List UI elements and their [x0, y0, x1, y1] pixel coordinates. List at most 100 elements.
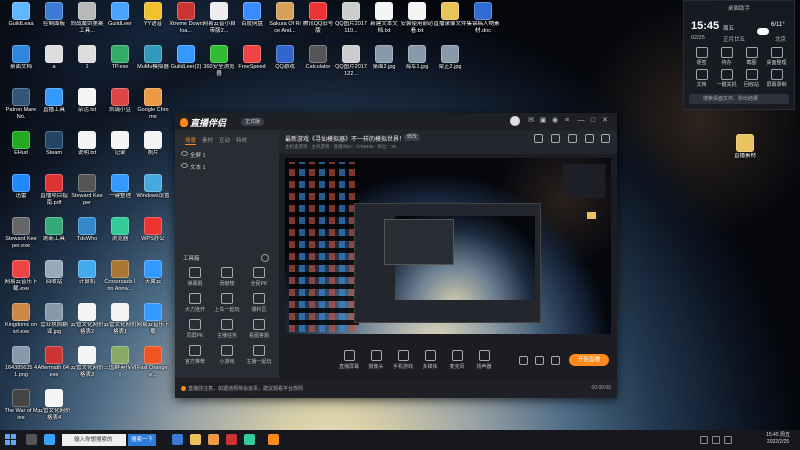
- toolbox-item[interactable]: 看图答题: [243, 319, 275, 339]
- desktop-icon[interactable]: 云管文化网价格表2: [70, 303, 104, 345]
- widget-shortcut[interactable]: 待办: [714, 46, 739, 66]
- desktop-icon[interactable]: 新建文本文档.txt: [367, 2, 401, 44]
- toolbox-item[interactable]: 贡献榜: [211, 267, 243, 287]
- desktop-icon[interactable]: Aftermath 64.exe: [37, 346, 71, 388]
- desktop-icon[interactable]: 直播项目指南.pdf: [37, 174, 71, 216]
- camera-icon[interactable]: [585, 134, 594, 143]
- desktop-icon[interactable]: 云管文化网价格表1: [103, 303, 137, 345]
- widget-shortcut[interactable]: 文档: [689, 68, 714, 88]
- chrome-icon[interactable]: [208, 434, 219, 445]
- desktop-icon[interactable]: 安装使用前必看.txt: [400, 2, 434, 44]
- taskbar-search-button[interactable]: 搜索一下: [128, 434, 156, 446]
- start-live-button[interactable]: 开始直播: [569, 354, 609, 366]
- desktop-icon[interactable]: 直播工具: [37, 88, 71, 130]
- desktop-icon[interactable]: 杂活.txt: [70, 88, 104, 130]
- desktop-icon[interactable]: The War of Mine: [4, 389, 38, 431]
- desktop-icon[interactable]: 164385635 41.png: [4, 346, 38, 388]
- ime-icon[interactable]: [724, 436, 732, 444]
- desktop-icon[interactable]: 说明.txt: [70, 131, 104, 173]
- desktop-icon[interactable]: 桌面2.jpg: [367, 45, 401, 87]
- desktop-icon[interactable]: 1: [70, 45, 104, 87]
- desktop-icon[interactable]: 百度网盘: [235, 2, 269, 44]
- tab-0[interactable]: 场景: [185, 136, 197, 145]
- menu-icon[interactable]: ≡: [563, 117, 571, 125]
- toolbox-item[interactable]: 官方推荐: [179, 345, 211, 365]
- desktop-icon[interactable]: 刷新工具: [37, 217, 71, 259]
- widget-shortcut[interactable]: 便签: [689, 46, 714, 66]
- widget-shortcut[interactable]: 截图: [739, 46, 764, 66]
- volume-icon[interactable]: [712, 436, 720, 444]
- desktop-icon[interactable]: 凯瑞小豆: [103, 88, 137, 130]
- toolbox-item[interactable]: 爆料区: [243, 293, 275, 313]
- desktop-icon[interactable]: 营业执照翻译.jpg: [37, 303, 71, 345]
- desktop-icon[interactable]: Steward Keeper: [70, 174, 104, 216]
- desktop-icon[interactable]: 迅雷: [4, 174, 38, 216]
- streaming-app-taskbar-icon[interactable]: [268, 434, 279, 445]
- taskbar-search-input[interactable]: 输入你想搜索的: [62, 434, 126, 446]
- desktop-icon[interactable]: Fast Orange.e...: [136, 346, 170, 388]
- minimize-icon[interactable]: —: [577, 117, 585, 125]
- desktop-icon[interactable]: EHud: [4, 131, 38, 173]
- task-view-icon[interactable]: [26, 434, 37, 445]
- desktop-icon[interactable]: Steward Keeper.exe: [4, 217, 38, 259]
- taskbar-clock[interactable]: 15:45 周五 2022/2/25: [766, 432, 790, 446]
- network-icon[interactable]: [700, 436, 708, 444]
- widget-search-input[interactable]: 搜索桌面文件、秒出结果: [689, 94, 789, 104]
- desktop-folder-icon[interactable]: 直播素材: [728, 134, 762, 176]
- toolbox-item[interactable]: 主播一起玩: [243, 345, 275, 365]
- taskbar-app-icon[interactable]: [226, 434, 237, 445]
- taskbar-app-icon[interactable]: [172, 434, 183, 445]
- tab-3[interactable]: 特效: [236, 136, 247, 145]
- desktop-icon[interactable]: 回收站: [37, 260, 71, 302]
- desktop-icon[interactable]: Google Chrome: [136, 88, 170, 130]
- maximize-icon[interactable]: □: [589, 117, 597, 125]
- toolbox-item[interactable]: 大力连开: [179, 293, 211, 313]
- desktop-icon[interactable]: 云管文化网价格表3: [70, 346, 104, 388]
- desktop-icon[interactable]: 桌面文档: [4, 45, 38, 87]
- eye-icon[interactable]: [181, 151, 188, 156]
- widget-shortcut[interactable]: 一键关机: [714, 68, 739, 88]
- desktop-icon[interactable]: FreeSpeed: [235, 45, 269, 87]
- desktop-icon[interactable]: 天翼云: [136, 260, 170, 302]
- gear-icon[interactable]: [551, 356, 560, 365]
- desktop-icon[interactable]: GuildLeaa: [4, 2, 38, 44]
- desktop-icon[interactable]: Steam: [37, 131, 71, 173]
- desktop-icon[interactable]: Patron Mare No.: [4, 88, 38, 130]
- desktop-icon[interactable]: 浏览器: [103, 217, 137, 259]
- desktop-icon[interactable]: 梁正2.jpg: [433, 45, 467, 87]
- desktop-icon[interactable]: 记录: [103, 131, 137, 173]
- desktop-icon[interactable]: QQ图片2017110...: [334, 2, 368, 44]
- toolbox-item[interactable]: 小游戏: [211, 345, 243, 365]
- desktop-icon[interactable]: 腾讯QQ旧号版: [301, 2, 335, 44]
- fans-icon[interactable]: [551, 134, 560, 143]
- record-icon[interactable]: [535, 356, 544, 365]
- desktop-icon[interactable]: 照片: [136, 131, 170, 173]
- toolbox-item[interactable]: 上车一起玩: [211, 293, 243, 313]
- mail-icon[interactable]: ✉: [527, 117, 535, 125]
- desktop-icon[interactable]: a: [37, 45, 71, 87]
- gift-box-icon[interactable]: [568, 134, 577, 143]
- desktop-icon[interactable]: Xtreme Downloa...: [169, 2, 203, 44]
- gift-icon[interactable]: ▣: [539, 117, 547, 125]
- source-tool[interactable]: 手机游戏: [388, 350, 418, 370]
- desktop-icon[interactable]: Calculator: [301, 45, 335, 87]
- video-icon[interactable]: [519, 356, 528, 365]
- desktop-icon[interactable]: 集锦稿人物素材.doc: [466, 2, 500, 44]
- source-tool[interactable]: 直播屏幕: [334, 350, 364, 370]
- edit-title-button[interactable]: 修改: [404, 134, 421, 141]
- desktop-icon[interactable]: 网易云音小自带版2...: [202, 2, 236, 44]
- desktop-icon[interactable]: 网易云音乐下载: [136, 303, 170, 345]
- toolbox-item[interactable]: 全民PK: [243, 267, 275, 287]
- settings-icon[interactable]: [534, 134, 543, 143]
- desktop-icon[interactable]: GuildLeer: [103, 2, 137, 44]
- widget-shortcut[interactable]: 桌面整理: [764, 46, 789, 66]
- desktop-icon[interactable]: 网易云音乐下载.exe: [4, 260, 38, 302]
- desktop-icon[interactable]: Crossroads Inn Anniv...: [103, 260, 137, 302]
- close-icon[interactable]: ✕: [601, 117, 609, 125]
- desktop-icon[interactable]: Kingdomc onsrt.exe: [4, 303, 38, 345]
- live-preview-canvas[interactable]: [285, 158, 611, 343]
- widget-shortcut[interactable]: 回收站: [739, 68, 764, 88]
- toolbox-item[interactable]: 同屏PK: [179, 319, 211, 339]
- desktop-icon[interactable]: Windows设置: [136, 174, 170, 216]
- widget-shortcut[interactable]: 屏幕录制: [764, 68, 789, 88]
